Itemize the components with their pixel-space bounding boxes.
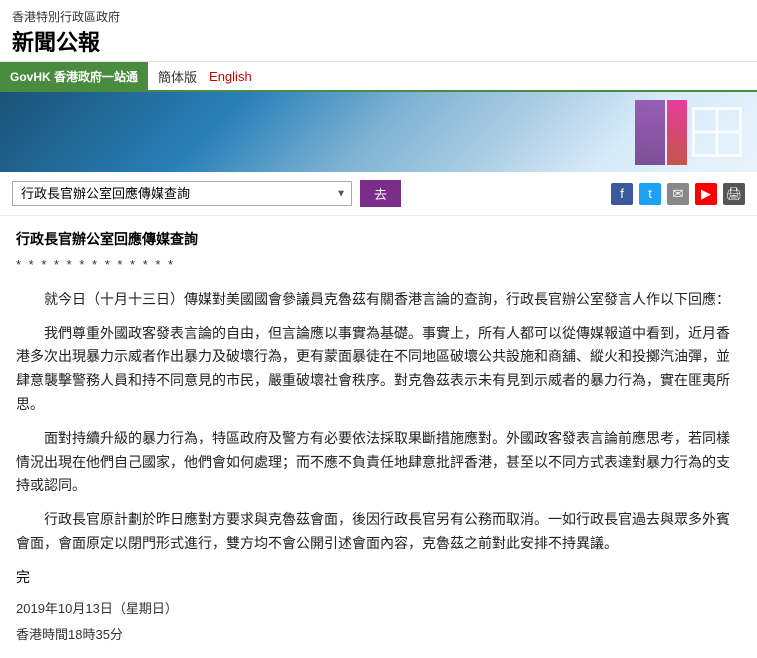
- category-select[interactable]: 行政長官辦公室回應傳媒查詢: [12, 181, 352, 206]
- article-paragraph-2: 我們尊重外國政客發表言論的自由，但言論應以事實為基礎。事實上，所有人都可以從傳媒…: [16, 322, 741, 417]
- twitter-icon[interactable]: t: [639, 183, 661, 205]
- simplified-chinese-link[interactable]: 簡体版: [158, 67, 197, 86]
- go-button[interactable]: 去: [360, 180, 401, 207]
- article-paragraph-4: 行政長官原計劃於昨日應對方要求與克魯茲會面，後因行政長官另有公務而取消。一如行政…: [16, 508, 741, 556]
- govhk-label: GovHK 香港政府一站通: [10, 68, 138, 85]
- banner-overlay: [557, 92, 757, 172]
- article-paragraph-1: 就今日（十月十三日）傳媒對美國國會參議員克魯茲有關香港言論的查詢，行政長官辦公室…: [16, 288, 741, 312]
- article-date-line1: 2019年10月13日（星期日）: [16, 598, 741, 620]
- banner-purple-block: [635, 100, 665, 165]
- header-title: 新聞公報: [12, 25, 745, 57]
- email-icon[interactable]: ✉: [667, 183, 689, 205]
- social-icons: f t ✉ ▶ 🖨: [611, 183, 745, 205]
- banner-pink-block: [667, 100, 687, 165]
- facebook-icon[interactable]: f: [611, 183, 633, 205]
- english-link[interactable]: English: [209, 69, 252, 84]
- banner-logo-inner: [692, 107, 742, 157]
- youtube-icon[interactable]: ▶: [695, 183, 717, 205]
- page-header: 香港特別行政區政府 新聞公報: [0, 0, 757, 62]
- article-date-line2: 香港時間18時35分: [16, 624, 741, 646]
- toolbar: 行政長官辦公室回應傳媒查詢 ▼ 去 f t ✉ ▶ 🖨: [0, 172, 757, 216]
- banner: [0, 92, 757, 172]
- article-title: 行政長官辦公室回應傳媒查詢: [16, 228, 741, 252]
- nav-links: 簡体版 English: [148, 62, 262, 90]
- article-stars: * * * * * * * * * * * * *: [16, 254, 741, 276]
- article-content: 行政長官辦公室回應傳媒查詢 * * * * * * * * * * * * * …: [0, 216, 757, 658]
- header-subtitle: 香港特別行政區政府: [12, 8, 745, 25]
- category-select-wrapper: 行政長官辦公室回應傳媒查詢 ▼: [12, 181, 352, 206]
- article-end-marker: 完: [16, 566, 741, 590]
- nav-bar: GovHK 香港政府一站通 簡体版 English: [0, 62, 757, 92]
- banner-logo: [687, 102, 747, 162]
- govhk-link[interactable]: GovHK 香港政府一站通: [0, 62, 148, 90]
- article-paragraph-3: 面對持續升級的暴力行為，特區政府及警方有必要依法採取果斷措施應對。外國政客發表言…: [16, 427, 741, 498]
- print-icon[interactable]: 🖨: [723, 183, 745, 205]
